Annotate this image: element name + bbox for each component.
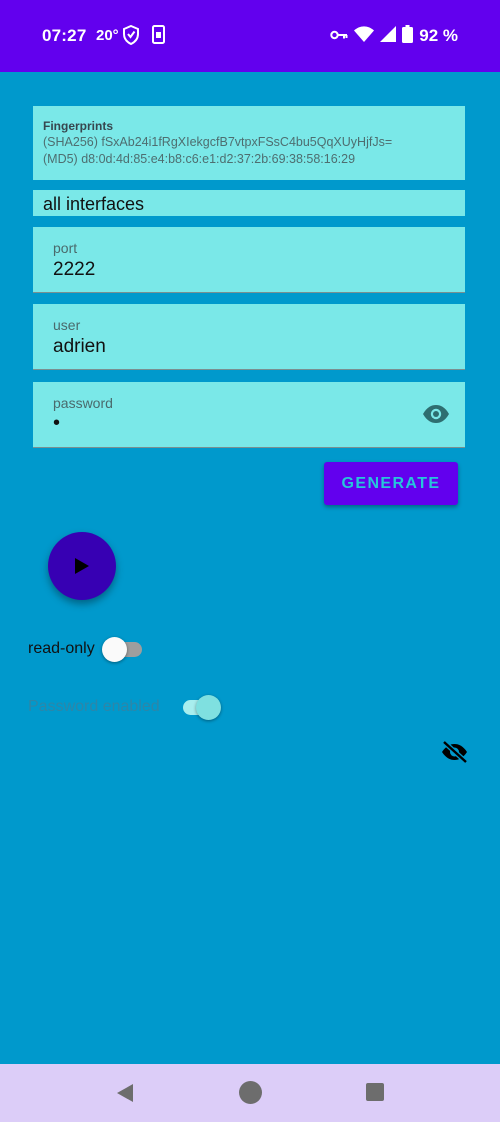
home-icon[interactable]	[239, 1081, 262, 1104]
read-only-label: read-only	[28, 640, 95, 657]
show-password-eye-icon[interactable]	[422, 404, 450, 429]
port-input[interactable]: 2222	[53, 259, 95, 281]
password-enabled-switch-thumb[interactable]	[196, 695, 221, 720]
wifi-icon	[354, 25, 375, 47]
fingerprint-md5: (MD5) d8:0d:4d:85:e4:b8:c6:e1:d2:37:2b:6…	[43, 152, 356, 166]
fingerprints-box: Fingerprints (SHA256) fSxAb24i1fRgXIekgc…	[33, 106, 465, 180]
status-bar: 07:27 20° 92 %	[0, 0, 500, 72]
fingerprints-title: Fingerprints	[43, 119, 114, 133]
interface-select[interactable]: all interfaces	[33, 190, 465, 216]
status-temperature: 20°	[96, 27, 119, 44]
password-input[interactable]: •	[53, 412, 60, 435]
user-input[interactable]: adrien	[53, 336, 106, 358]
battery-percent: 92 %	[419, 26, 458, 45]
signal-icon	[380, 25, 397, 47]
fingerprint-sha256: (SHA256) fSxAb24i1fRgXIekgcfB7vtpxFSsC4b…	[43, 135, 393, 149]
generate-button[interactable]: GENERATE	[324, 462, 458, 505]
password-field[interactable]: password •	[33, 382, 465, 448]
password-enabled-label: Password enabled	[28, 698, 160, 715]
battery-icon	[402, 24, 414, 48]
port-label: port	[53, 240, 78, 256]
read-only-switch-thumb[interactable]	[102, 637, 127, 662]
status-time: 07:27	[42, 26, 87, 45]
back-icon[interactable]	[115, 1083, 135, 1108]
user-label: user	[53, 317, 81, 333]
user-field[interactable]: user adrien	[33, 304, 465, 370]
interface-value: all interfaces	[43, 194, 145, 214]
navigation-bar	[0, 1064, 500, 1122]
sim-icon	[152, 25, 165, 49]
recents-icon[interactable]	[366, 1083, 384, 1101]
status-right-group: 92 %	[330, 24, 458, 48]
port-field[interactable]: port 2222	[33, 227, 465, 293]
start-server-button[interactable]	[48, 532, 116, 600]
visibility-off-icon[interactable]	[441, 740, 468, 769]
play-icon	[75, 558, 89, 574]
generate-button-label: GENERATE	[341, 474, 441, 492]
password-label: password	[53, 395, 113, 411]
vpn-key-icon	[330, 26, 348, 46]
shield-icon	[123, 24, 139, 50]
